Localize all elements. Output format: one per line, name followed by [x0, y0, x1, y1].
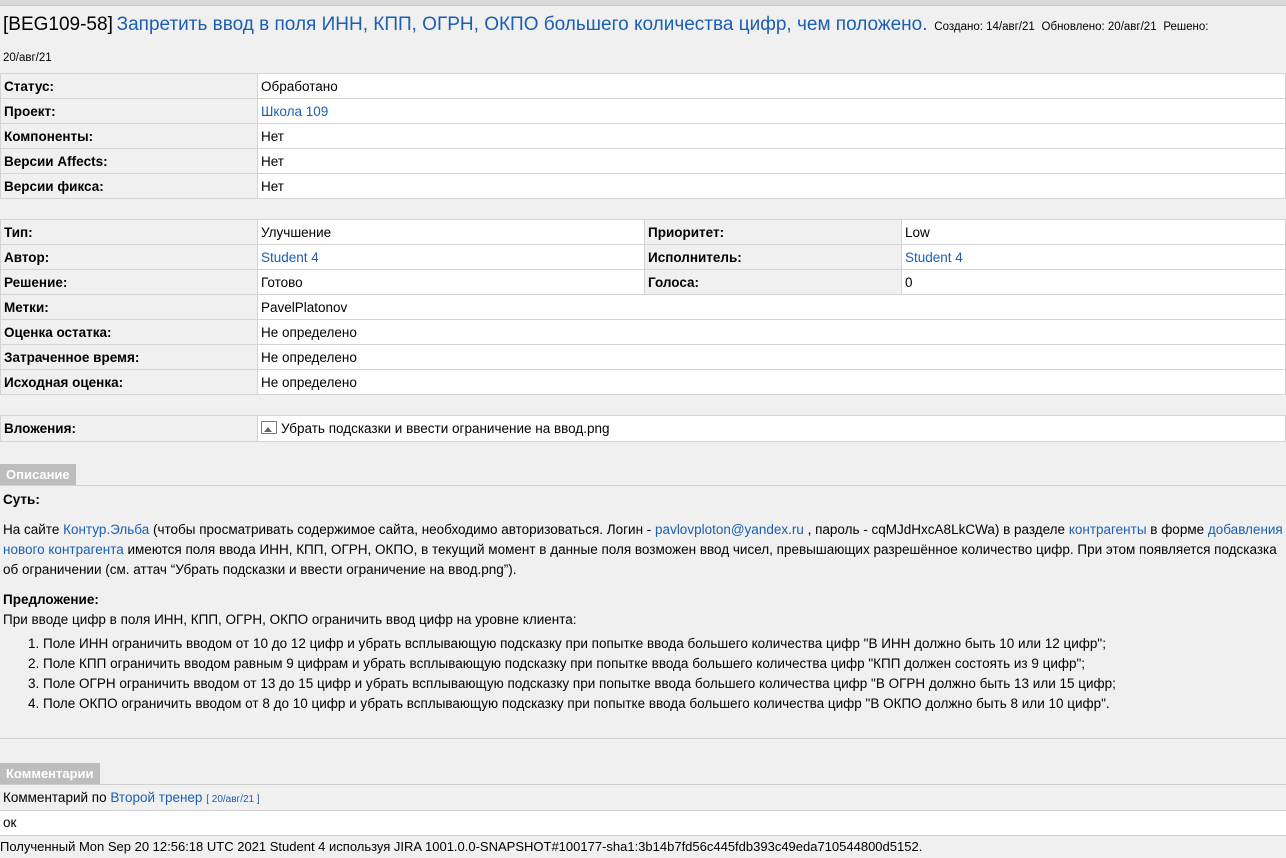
field-value: 0 [901, 269, 1286, 295]
field-row-labels: Метки: PavelPlatonov [0, 294, 1286, 320]
comment-author-link[interactable]: Второй тренер [110, 790, 202, 805]
page-footer: Полученный Mon Sep 20 12:56:18 UTC 2021 … [0, 839, 923, 854]
fields-table-1: Статус: Обработано Проект: Школа 109 Ком… [0, 73, 1286, 199]
field-value: Нет [257, 123, 1286, 149]
author-link[interactable]: Student 4 [261, 250, 319, 265]
field-row-status: Статус: Обработано [0, 73, 1286, 99]
field-row-project: Проект: Школа 109 [0, 98, 1286, 124]
comment-date: [ 20/авг/21 ] [206, 794, 260, 805]
field-row-affects-versions: Версии Affects: Нет [0, 148, 1286, 174]
field-value: Не определено [257, 369, 1286, 395]
image-icon [261, 421, 277, 434]
description-paragraph: На сайте Контур.Эльба (чтобы просматрива… [3, 522, 1283, 577]
field-label: Исходная оценка: [0, 369, 258, 395]
attachments-table: Вложения: Убрать подсказки и ввести огра… [0, 415, 1286, 442]
updated-date: Обновлено: 20/авг/21 [1041, 21, 1157, 33]
field-label: Приоритет: [644, 219, 902, 245]
contractors-link[interactable]: контрагенты [1069, 522, 1147, 537]
comments-section: Комментарии Комментарий по Второй тренер… [0, 761, 1286, 836]
field-value: PavelPlatonov [257, 294, 1286, 320]
field-row-time-spent: Затраченное время: Не определено [0, 344, 1286, 370]
field-label: Проект: [0, 98, 258, 124]
field-value: Нет [257, 173, 1286, 199]
comments-heading: Комментарии [0, 763, 100, 784]
field-label: Исполнитель: [644, 244, 902, 270]
comment-header: Комментарий по Второй тренер [ 20/авг/21… [0, 784, 1286, 811]
field-value: Обработано [257, 73, 1286, 99]
list-item: Поле ОКПО ограничить вводом от 8 до 10 ц… [43, 694, 1283, 714]
list-item: Поле ИНН ограничить вводом от 10 до 12 ц… [43, 634, 1283, 654]
proposal-intro: При вводе цифр в поля ИНН, КПП, ОГРН, ОК… [3, 612, 577, 627]
comment-body: ок [0, 811, 1286, 836]
field-row-author: Автор: Student 4 Исполнитель: Student 4 [0, 244, 1286, 270]
field-value: Low [901, 219, 1286, 245]
field-row-attachments: Вложения: Убрать подсказки и ввести огра… [0, 415, 1286, 442]
issue-title-block: [BEG109-58] Запретить ввод в поля ИНН, К… [0, 6, 1286, 73]
proposal-title: Предложение: [3, 592, 99, 607]
field-value: Не определено [257, 319, 1286, 345]
list-item: Поле ОГРН ограничить вводом от 13 до 15 … [43, 674, 1283, 694]
field-value: Не определено [257, 344, 1286, 370]
field-label: Версии фикса: [0, 173, 258, 199]
project-link[interactable]: Школа 109 [261, 104, 328, 119]
field-label: Версии Affects: [0, 148, 258, 174]
description-heading: Описание [0, 464, 76, 485]
list-item: Поле КПП ограничить вводом равным 9 цифр… [43, 654, 1283, 674]
issue-summary-link[interactable]: Запретить ввод в поля ИНН, КПП, ОГРН, ОК… [117, 14, 928, 35]
field-label: Автор: [0, 244, 258, 270]
field-label: Затраченное время: [0, 344, 258, 370]
field-row-resolution: Решение: Готово Голоса: 0 [0, 269, 1286, 295]
resolved-label: Решено: [1163, 21, 1209, 33]
field-row-fix-versions: Версии фикса: Нет [0, 173, 1286, 199]
field-label: Решение: [0, 269, 258, 295]
description-body: Суть: На сайте Контур.Эльба (чтобы просм… [0, 486, 1286, 739]
field-value: Нет [257, 148, 1286, 174]
field-label: Вложения: [0, 415, 258, 442]
field-label: Оценка остатка: [0, 319, 258, 345]
kontur-elba-link[interactable]: Контур.Эльба [63, 522, 149, 537]
created-date: Создано: 14/авг/21 [934, 21, 1035, 33]
field-row-original-estimate: Исходная оценка: Не определено [0, 369, 1286, 395]
field-row-remaining-estimate: Оценка остатка: Не определено [0, 319, 1286, 345]
field-label: Тип: [0, 219, 258, 245]
field-label: Статус: [0, 73, 258, 99]
essence-title: Суть: [3, 492, 40, 507]
field-row-components: Компоненты: Нет [0, 123, 1286, 149]
proposal-list: Поле ИНН ограничить вводом от 10 до 12 ц… [3, 634, 1283, 714]
field-value: Улучшение [257, 219, 645, 245]
field-row-type: Тип: Улучшение Приоритет: Low [0, 219, 1286, 245]
email-link[interactable]: pavlovploton@yandex.ru [655, 522, 804, 537]
attachment-file-name[interactable]: Убрать подсказки и ввести ограничение на… [281, 421, 610, 436]
resolved-date: 20/авг/21 [3, 52, 52, 64]
field-label: Компоненты: [0, 123, 258, 149]
field-label: Метки: [0, 294, 258, 320]
issue-key: [BEG109-58] [3, 14, 113, 35]
fields-table-2: Тип: Улучшение Приоритет: Low Автор: Stu… [0, 219, 1286, 395]
assignee-link[interactable]: Student 4 [905, 250, 963, 265]
field-value: Готово [257, 269, 645, 295]
description-section: Описание Суть: На сайте Контур.Эльба (чт… [0, 462, 1286, 739]
field-label: Голоса: [644, 269, 902, 295]
